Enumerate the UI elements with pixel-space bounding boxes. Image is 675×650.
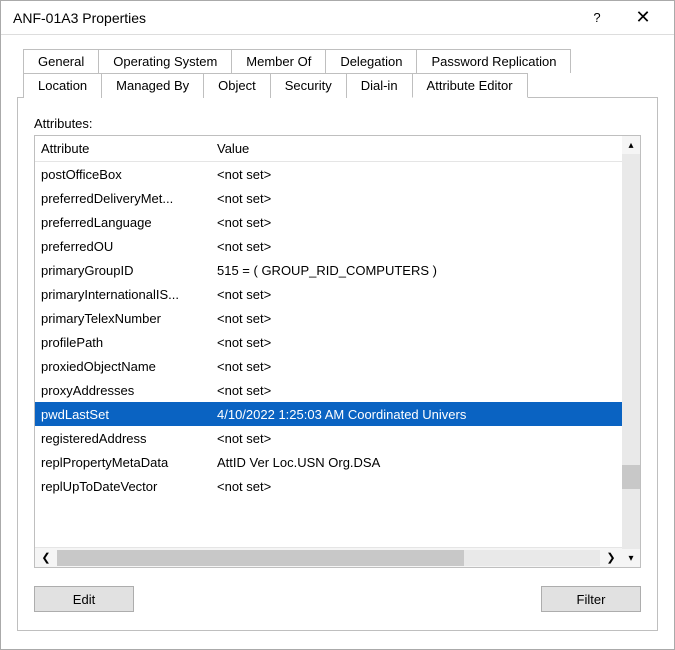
attribute-name: replPropertyMetaData — [35, 455, 211, 470]
attribute-name: preferredOU — [35, 239, 211, 254]
list-main: Attribute Value postOfficeBox<not set>pr… — [35, 136, 622, 567]
attribute-value: AttID Ver Loc.USN Org.DSA — [211, 455, 622, 470]
attribute-value: <not set> — [211, 167, 622, 182]
table-row[interactable]: postOfficeBox<not set> — [35, 162, 622, 186]
attributes-listbox[interactable]: Attribute Value postOfficeBox<not set>pr… — [34, 135, 641, 568]
table-row[interactable]: preferredLanguage<not set> — [35, 210, 622, 234]
close-icon: ✕ — [635, 7, 650, 28]
edit-button[interactable]: Edit — [34, 586, 134, 612]
attribute-value: <not set> — [211, 335, 622, 350]
attribute-value: <not set> — [211, 431, 622, 446]
table-row[interactable]: registeredAddress<not set> — [35, 426, 622, 450]
help-button[interactable]: ? — [574, 1, 620, 34]
titlebar: ANF-01A3 Properties ? ✕ — [1, 1, 674, 35]
attribute-name: profilePath — [35, 335, 211, 350]
list-rows: postOfficeBox<not set>preferredDeliveryM… — [35, 162, 622, 547]
horizontal-scrollbar[interactable]: ❮ ❯ — [35, 547, 622, 567]
attribute-value: 4/10/2022 1:25:03 AM Coordinated Univers — [211, 407, 622, 422]
help-icon: ? — [593, 10, 600, 25]
attribute-value: <not set> — [211, 287, 622, 302]
attribute-value: <not set> — [211, 479, 622, 494]
button-row: Edit Filter — [34, 586, 641, 612]
attribute-name: primaryTelexNumber — [35, 311, 211, 326]
tab-delegation[interactable]: Delegation — [325, 49, 417, 73]
attribute-name: proxyAddresses — [35, 383, 211, 398]
table-row[interactable]: proxiedObjectName<not set> — [35, 354, 622, 378]
table-row[interactable]: preferredDeliveryMet...<not set> — [35, 186, 622, 210]
attribute-name: primaryGroupID — [35, 263, 211, 278]
attribute-name: primaryInternationalIS... — [35, 287, 211, 302]
attribute-value: <not set> — [211, 383, 622, 398]
vertical-scrollbar[interactable]: ▴ ▾ — [622, 136, 640, 567]
attribute-name: pwdLastSet — [35, 407, 211, 422]
scroll-left-icon[interactable]: ❮ — [37, 550, 55, 566]
table-row[interactable]: replUpToDateVector<not set> — [35, 474, 622, 498]
tabstrip: GeneralOperating SystemMember OfDelegati… — [17, 49, 658, 98]
vscroll-track[interactable] — [622, 154, 640, 549]
attribute-value: <not set> — [211, 311, 622, 326]
attribute-value: 515 = ( GROUP_RID_COMPUTERS ) — [211, 263, 622, 278]
tab-object[interactable]: Object — [203, 73, 271, 98]
tab-general[interactable]: General — [23, 49, 99, 73]
table-row[interactable]: preferredOU<not set> — [35, 234, 622, 258]
column-header-attribute[interactable]: Attribute — [35, 141, 211, 156]
filter-button[interactable]: Filter — [541, 586, 641, 612]
tab-member-of[interactable]: Member Of — [231, 49, 326, 73]
attribute-editor-panel: Attributes: Attribute Value postOfficeBo… — [17, 97, 658, 631]
window-title: ANF-01A3 Properties — [13, 10, 574, 26]
scroll-down-icon[interactable]: ▾ — [622, 549, 640, 567]
dialog-content: GeneralOperating SystemMember OfDelegati… — [1, 35, 674, 649]
scroll-right-icon[interactable]: ❯ — [602, 550, 620, 566]
attribute-value: <not set> — [211, 359, 622, 374]
attribute-value: <not set> — [211, 239, 622, 254]
table-row[interactable]: primaryInternationalIS...<not set> — [35, 282, 622, 306]
tab-security[interactable]: Security — [270, 73, 347, 98]
attribute-name: proxiedObjectName — [35, 359, 211, 374]
table-row[interactable]: proxyAddresses<not set> — [35, 378, 622, 402]
tab-operating-system[interactable]: Operating System — [98, 49, 232, 73]
attribute-name: replUpToDateVector — [35, 479, 211, 494]
table-row[interactable]: replPropertyMetaDataAttID Ver Loc.USN Or… — [35, 450, 622, 474]
scroll-up-icon[interactable]: ▴ — [622, 136, 640, 154]
tab-dial-in[interactable]: Dial-in — [346, 73, 413, 98]
list-header[interactable]: Attribute Value — [35, 136, 622, 162]
attributes-label: Attributes: — [34, 116, 641, 131]
hscroll-thumb[interactable] — [57, 550, 464, 566]
properties-dialog: ANF-01A3 Properties ? ✕ GeneralOperating… — [0, 0, 675, 650]
table-row[interactable]: profilePath<not set> — [35, 330, 622, 354]
close-button[interactable]: ✕ — [620, 1, 666, 34]
table-row[interactable]: primaryGroupID515 = ( GROUP_RID_COMPUTER… — [35, 258, 622, 282]
tab-attribute-editor[interactable]: Attribute Editor — [412, 73, 528, 98]
attribute-name: preferredDeliveryMet... — [35, 191, 211, 206]
attribute-value: <not set> — [211, 191, 622, 206]
table-row[interactable]: pwdLastSet4/10/2022 1:25:03 AM Coordinat… — [35, 402, 622, 426]
attribute-name: preferredLanguage — [35, 215, 211, 230]
tab-password-replication[interactable]: Password Replication — [416, 49, 571, 73]
hscroll-track[interactable] — [57, 550, 600, 566]
table-row[interactable]: primaryTelexNumber<not set> — [35, 306, 622, 330]
tab-managed-by[interactable]: Managed By — [101, 73, 204, 98]
attribute-name: registeredAddress — [35, 431, 211, 446]
tab-location[interactable]: Location — [23, 73, 102, 98]
attribute-name: postOfficeBox — [35, 167, 211, 182]
vscroll-thumb[interactable] — [622, 465, 640, 489]
column-header-value[interactable]: Value — [211, 141, 622, 156]
attribute-value: <not set> — [211, 215, 622, 230]
